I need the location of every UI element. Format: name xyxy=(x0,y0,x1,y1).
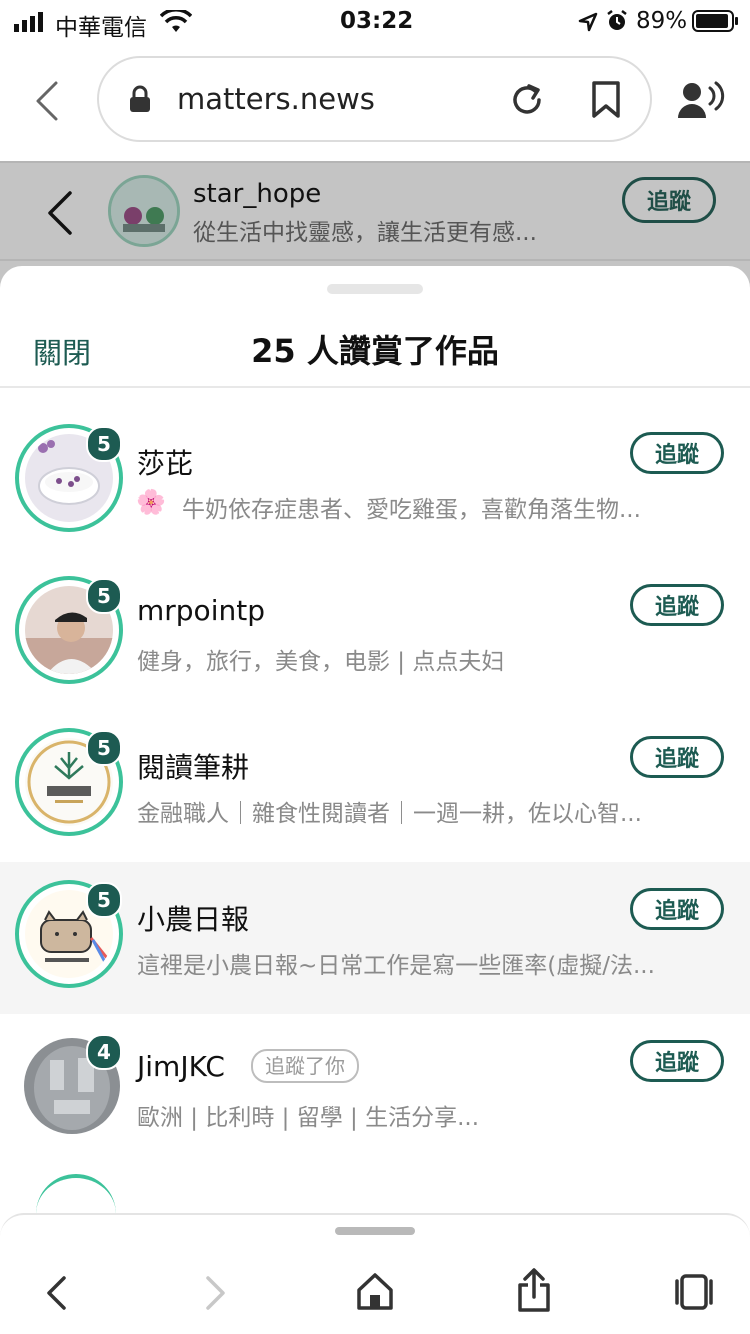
appreciation-count-badge: 5 xyxy=(86,426,122,462)
reader-voice-icon[interactable] xyxy=(678,80,726,120)
status-bar: 中華電信 03:22 89% xyxy=(0,0,750,44)
carrier-label: 中華電信 xyxy=(55,15,147,41)
user-name[interactable]: 小農日報 xyxy=(137,898,249,938)
bookmark-icon[interactable] xyxy=(591,80,621,120)
cherry-blossom-icon: 🌸 xyxy=(136,488,166,516)
user-name[interactable]: JimJKC xyxy=(137,1050,225,1083)
forward-icon[interactable] xyxy=(204,1275,228,1311)
battery-icon xyxy=(692,10,738,32)
follow-button[interactable]: 追蹤 xyxy=(630,432,724,474)
user-bio: 牛奶依存症患者、愛吃雞蛋，喜歡角落生物... xyxy=(182,497,641,523)
user-name[interactable]: 莎芘 xyxy=(137,442,193,482)
follow-button[interactable]: 追蹤 xyxy=(630,584,724,626)
author-tagline: 從生活中找靈感，讓生活更有感... xyxy=(193,220,537,246)
wifi-icon xyxy=(160,10,192,32)
follow-button[interactable]: 追蹤 xyxy=(630,1040,724,1082)
appreciation-count-badge: 5 xyxy=(86,730,122,766)
appreciation-count-badge: 5 xyxy=(86,882,122,918)
author-avatar[interactable] xyxy=(108,175,180,247)
list-item[interactable]: 5 mrpointp 健身，旅行，美食，电影 | 点点夫妇 追蹤 xyxy=(0,558,750,708)
list-item[interactable]: 4 JimJKC 追蹤了你 歐洲 | 比利時 | 留學 | 生活分享... 追蹤 xyxy=(0,1014,750,1164)
clock: 03:22 xyxy=(340,8,414,34)
share-icon[interactable] xyxy=(516,1267,552,1313)
follow-button[interactable]: 追蹤 xyxy=(630,888,724,930)
next-avatar-partial xyxy=(36,1174,116,1216)
sheet-title: 25 人讚賞了作品 xyxy=(251,332,499,370)
user-bio: 歐洲 | 比利時 | 留學 | 生活分享... xyxy=(137,1105,480,1131)
user-name[interactable]: 閱讀筆耕 xyxy=(137,746,249,786)
address-bar[interactable]: matters.news xyxy=(97,56,652,142)
alarm-icon xyxy=(607,10,627,30)
follow-button[interactable]: 追蹤 xyxy=(630,736,724,778)
user-bio: 健身，旅行，美食，电影 | 点点夫妇 xyxy=(137,649,505,675)
browser-toolbar xyxy=(0,1213,750,1334)
sheet-grabber[interactable] xyxy=(327,284,423,294)
divider xyxy=(0,386,750,388)
lock-icon xyxy=(130,85,150,112)
signal-icon xyxy=(14,12,43,32)
toolbar-grabber[interactable] xyxy=(335,1227,415,1235)
list-item[interactable]: 5 小農日報 這裡是小農日報~日常工作是寫一些匯率(虛擬/法... 追蹤 xyxy=(0,862,750,1014)
reload-icon[interactable] xyxy=(509,82,545,118)
list-item[interactable]: 5 閱讀筆耕 金融職人｜雜食性閱讀者｜一週一耕，佐以心智... 追蹤 xyxy=(0,710,750,860)
home-icon[interactable] xyxy=(356,1271,394,1311)
browser-back-icon[interactable] xyxy=(34,80,60,122)
user-name[interactable]: mrpointp xyxy=(137,594,265,627)
back-icon[interactable] xyxy=(44,1275,68,1311)
back-chevron-icon[interactable] xyxy=(44,189,74,237)
follows-you-badge: 追蹤了你 xyxy=(251,1049,359,1083)
location-icon xyxy=(578,12,598,32)
author-follow-button[interactable]: 追蹤 xyxy=(622,177,716,223)
appreciators-sheet: 關閉 25 人讚賞了作品 5 莎芘 🌸 牛奶依存症患者、愛吃雞蛋，喜歡角落生物.… xyxy=(0,266,750,1216)
appreciation-count-badge: 4 xyxy=(86,1034,122,1070)
author-username: star_hope xyxy=(193,179,322,209)
author-avatar-image xyxy=(111,178,177,244)
tabs-icon[interactable] xyxy=(674,1273,714,1311)
user-bio: 這裡是小農日報~日常工作是寫一些匯率(虛擬/法... xyxy=(137,953,655,979)
list-item[interactable]: 5 莎芘 🌸 牛奶依存症患者、愛吃雞蛋，喜歡角落生物... 追蹤 xyxy=(0,406,750,556)
battery-percent: 89% xyxy=(636,8,688,34)
appreciation-count-badge: 5 xyxy=(86,578,122,614)
user-bio: 金融職人｜雜食性閱讀者｜一週一耕，佐以心智... xyxy=(137,801,642,827)
article-author-header: star_hope 從生活中找靈感，讓生活更有感... 追蹤 xyxy=(0,161,750,261)
url-text: matters.news xyxy=(177,82,375,116)
